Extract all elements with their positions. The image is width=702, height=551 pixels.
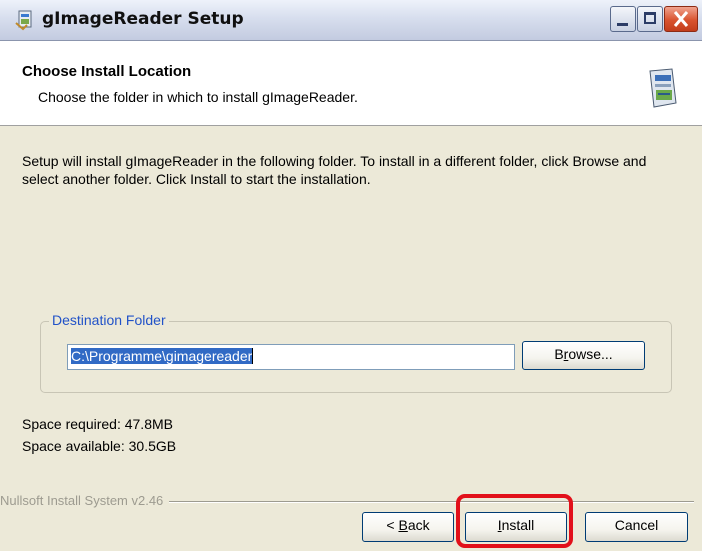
destination-folder-legend: Destination Folder bbox=[49, 312, 169, 328]
space-required-text: Space required: 47.8MB bbox=[22, 416, 173, 432]
text-caret bbox=[252, 348, 254, 364]
install-button-highlight bbox=[456, 494, 573, 548]
destination-path-input[interactable]: C:\Programme\gimagereader bbox=[67, 344, 515, 370]
window-title: gImageReader Setup bbox=[42, 9, 244, 29]
maximize-button[interactable] bbox=[637, 6, 663, 32]
branding-separator: Nullsoft Install System v2.46 bbox=[0, 493, 702, 509]
back-label-start: < bbox=[386, 517, 399, 533]
browse-button[interactable]: Browse... bbox=[522, 341, 645, 370]
destination-path-text: C:\Programme\gimagereader bbox=[71, 348, 253, 364]
back-label-accelerator: B bbox=[398, 517, 408, 533]
back-button[interactable]: < Back bbox=[362, 512, 454, 542]
close-button[interactable] bbox=[664, 6, 698, 32]
space-available-text: Space available: 30.5GB bbox=[22, 438, 177, 454]
page-subtitle: Choose the folder in which to install gI… bbox=[38, 89, 358, 105]
page-title: Choose Install Location bbox=[22, 63, 192, 80]
setup-window: gImageReader Setup Choose Install Locati… bbox=[0, 0, 702, 551]
destination-folder-group: Destination Folder C:\Programme\gimagere… bbox=[40, 312, 672, 393]
install-description: Setup will install gImageReader in the f… bbox=[22, 153, 647, 187]
installer-disk-icon bbox=[649, 68, 677, 108]
branding-text: Nullsoft Install System v2.46 bbox=[0, 493, 170, 508]
title-bar[interactable]: gImageReader Setup bbox=[0, 0, 702, 41]
close-icon bbox=[673, 11, 689, 27]
content-area: Setup will install gImageReader in the f… bbox=[0, 126, 702, 551]
browse-label-end: owse... bbox=[568, 346, 613, 362]
installer-app-icon bbox=[15, 10, 32, 31]
back-label-end: ack bbox=[407, 517, 430, 533]
page-header: Choose Install Location Choose the folde… bbox=[0, 41, 702, 126]
browse-label-start: B bbox=[554, 346, 564, 362]
cancel-button[interactable]: Cancel bbox=[585, 512, 688, 542]
maximize-icon bbox=[644, 12, 656, 24]
minimize-button[interactable] bbox=[610, 6, 636, 32]
minimize-icon bbox=[617, 23, 628, 26]
